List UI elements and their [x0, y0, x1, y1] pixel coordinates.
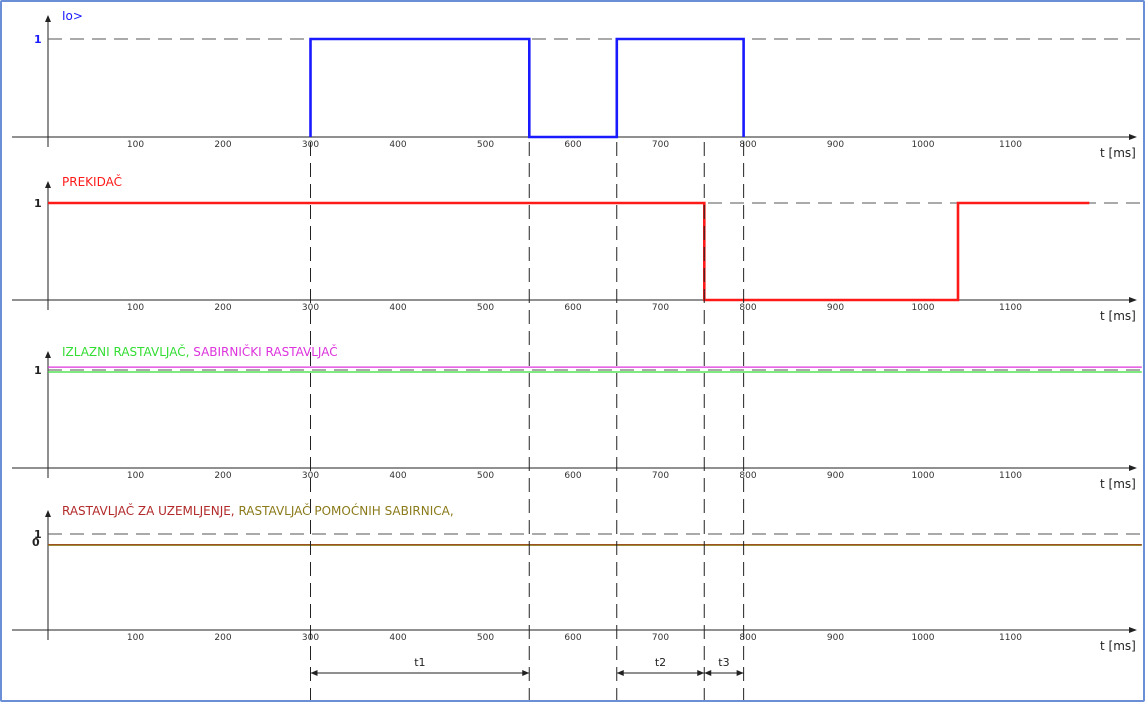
x-tick-label: 700 [652, 303, 669, 313]
x-tick-label: 100 [127, 303, 144, 313]
y-axis-arrow [45, 181, 51, 188]
series-line [309, 37, 745, 139]
x-tick-label: 400 [389, 303, 406, 313]
x-tick-label: 600 [564, 471, 581, 481]
x-tick-label: 1100 [999, 471, 1022, 481]
x-axis-unit-label: t [ms] [1100, 477, 1136, 491]
interval-label: t1 [414, 656, 425, 669]
x-tick-label: 1100 [999, 633, 1022, 643]
x-tick-label: 600 [564, 140, 581, 150]
x-tick-label: 800 [739, 471, 756, 481]
interval-arrowhead-left [616, 670, 624, 676]
panel-title: PREKIDAČ [62, 174, 122, 189]
panel-title: IZLAZNI RASTAVLJAČ, SABIRNIČKI RASTAVLJA… [62, 344, 338, 359]
x-axis-unit-label: t [ms] [1100, 639, 1136, 653]
x-tick-label: 800 [739, 633, 756, 643]
panel-title-part: RASTAVLJAČ ZA UZEMLJENJE, [62, 503, 238, 518]
x-tick-label: 700 [652, 140, 669, 150]
panel-title-part: SABIRNIČKI RASTAVLJAČ [193, 344, 337, 359]
x-axis-unit-label: t [ms] [1100, 309, 1136, 323]
x-tick-label: 1000 [912, 140, 935, 150]
x-tick-label: 200 [214, 140, 231, 150]
interval-arrowhead-left [310, 670, 318, 676]
interval-arrowhead-right [522, 670, 530, 676]
interval-arrowhead-right [736, 670, 744, 676]
x-axis-unit-label: t [ms] [1100, 146, 1136, 160]
x-tick-label: 500 [477, 140, 494, 150]
x-tick-label: 500 [477, 303, 494, 313]
x-tick-label: 900 [827, 633, 844, 643]
y-tick-label: 1 [34, 197, 42, 210]
x-tick-label: 100 [127, 140, 144, 150]
interval-label: t3 [718, 656, 729, 669]
x-axis-arrow [1129, 465, 1137, 471]
x-tick-label: 100 [127, 633, 144, 643]
panel-title: Io> [62, 9, 83, 23]
x-tick-label: 100 [127, 471, 144, 481]
y-axis-arrow [45, 510, 51, 517]
interval-arrowhead-right [697, 670, 705, 676]
x-tick-label: 400 [389, 633, 406, 643]
x-tick-label: 400 [389, 471, 406, 481]
x-tick-label: 1000 [912, 303, 935, 313]
x-tick-label: 600 [564, 633, 581, 643]
x-tick-label: 1000 [912, 471, 935, 481]
x-tick-label: 500 [477, 471, 494, 481]
x-tick-label: 700 [652, 471, 669, 481]
x-tick-label: 600 [564, 303, 581, 313]
x-tick-label: 900 [827, 471, 844, 481]
x-axis-arrow [1129, 297, 1137, 303]
timing-diagram-chart: 1Io>100 200 300 400 500 600 700 800 900 1000 1100t… [12, 9, 1143, 700]
x-tick-label: 800 [739, 303, 756, 313]
interval-label: t2 [655, 656, 666, 669]
x-tick-label: 500 [477, 633, 494, 643]
x-tick-label: 900 [827, 303, 844, 313]
y-axis-arrow [45, 15, 51, 22]
y-tick-label: 1 [34, 364, 42, 377]
x-tick-label: 200 [214, 633, 231, 643]
x-tick-label: 1000 [912, 633, 935, 643]
timing-diagram-frame: 1 Io> 100 200 300 400 500 600 700 800 900 1000 1100 t… [0, 0, 1145, 702]
x-tick-label: 200 [214, 303, 231, 313]
y-axis-arrow [45, 351, 51, 358]
x-tick-label: 200 [214, 471, 231, 481]
y-tick-label: 1 [34, 33, 42, 46]
x-tick-label: 1100 [999, 140, 1022, 150]
x-tick-label: 900 [827, 140, 844, 150]
x-tick-label: 400 [389, 140, 406, 150]
x-tick-label: 800 [739, 140, 756, 150]
x-tick-label: 700 [652, 633, 669, 643]
interval-arrowhead-left [704, 670, 712, 676]
panel-title-part: RASTAVLJAČ POMOĆNIH SABIRNICA, [238, 503, 453, 518]
panel-title: RASTAVLJAČ ZA UZEMLJENJE, RASTAVLJAČ POM… [62, 503, 454, 518]
series-line [48, 201, 1090, 302]
x-axis-arrow [1129, 627, 1137, 633]
y-tick-label: 0 [32, 536, 40, 549]
x-axis-arrow [1129, 134, 1137, 140]
panel-title-part: IZLAZNI RASTAVLJAČ, [62, 344, 193, 359]
x-tick-label: 1100 [999, 303, 1022, 313]
